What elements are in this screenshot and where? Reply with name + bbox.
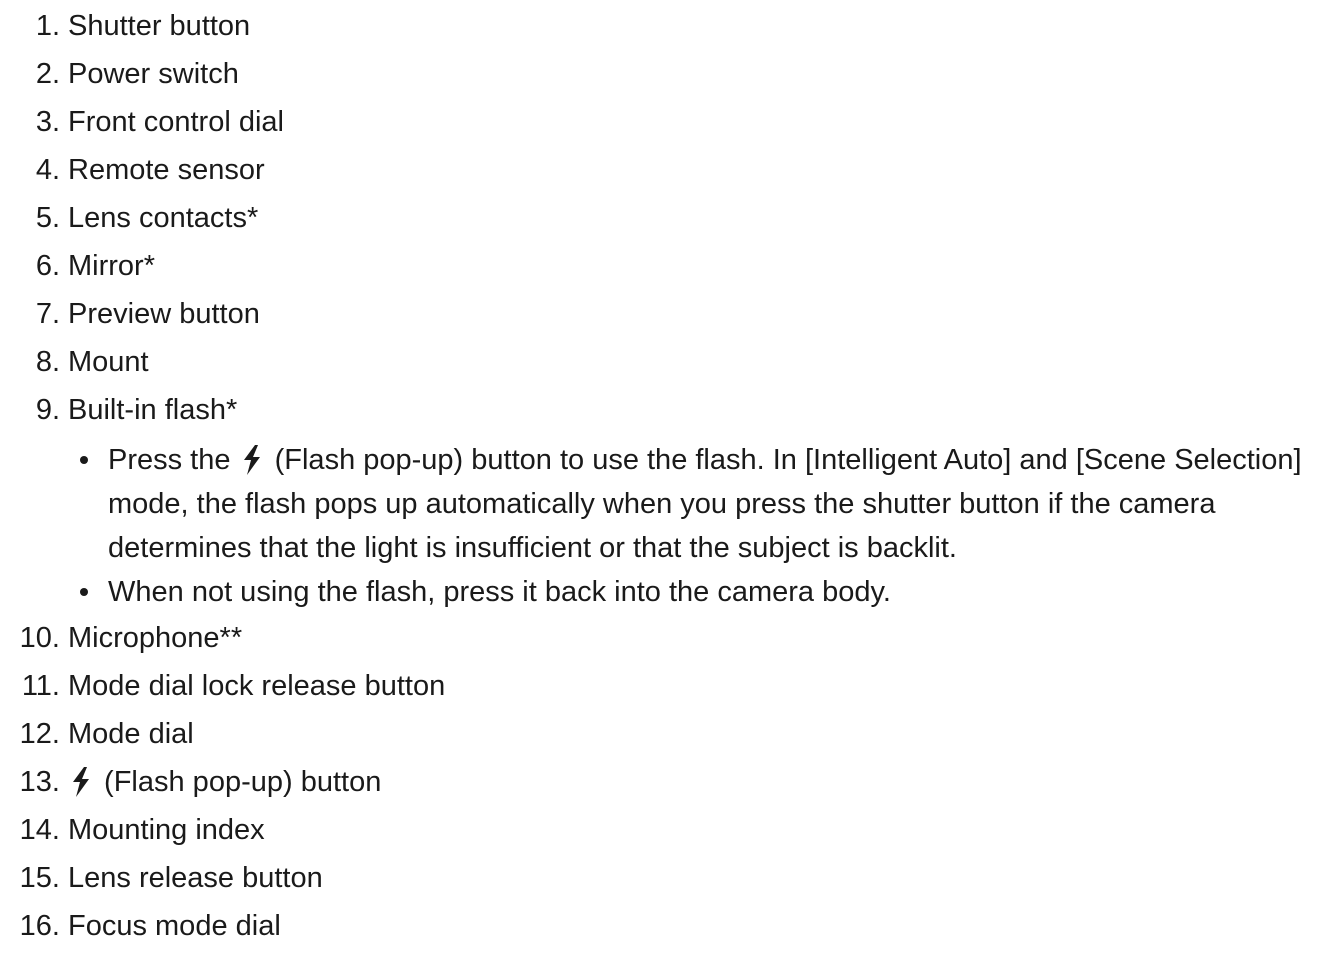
note-text: When not using the flash, press it back …: [108, 576, 891, 608]
list-item: 14. Mounting index: [0, 806, 1329, 854]
flash-note: Press the (Flash pop-up) button to use t…: [68, 438, 1328, 570]
item-number: 3.: [35, 106, 60, 138]
item-number: 14.: [19, 814, 60, 846]
list-item-flash-button: 13. (Flash pop-up) button: [0, 758, 1329, 806]
parts-list: 1. Shutter button 2. Power switch 3. Fro…: [0, 2, 1329, 950]
list-item: 5. Lens contacts*: [0, 194, 1329, 242]
item-label: Mode dial: [68, 718, 194, 750]
item-label: Mount: [68, 346, 149, 378]
list-item: 15. Lens release button: [0, 854, 1329, 902]
list-item: 6. Mirror*: [0, 242, 1329, 290]
list-item-built-in-flash: 9. Built-in flash* Press the (Flash pop-…: [0, 386, 1329, 614]
item-label: Microphone**: [68, 622, 243, 654]
item-label: Shutter button: [68, 10, 251, 42]
item-number: 7.: [35, 298, 60, 330]
item-number: 4.: [35, 154, 60, 186]
item-number: 9.: [35, 394, 60, 426]
flash-icon: [70, 767, 92, 797]
item-label: Focus mode dial: [68, 910, 281, 942]
item-label: Lens contacts*: [68, 202, 259, 234]
list-item: 7. Preview button: [0, 290, 1329, 338]
list-item: 11. Mode dial lock release button: [0, 662, 1329, 710]
item-number: 6.: [35, 250, 60, 282]
parts-list-page: 1. Shutter button 2. Power switch 3. Fro…: [0, 0, 1329, 967]
list-item: 2. Power switch: [0, 50, 1329, 98]
item-label: Built-in flash*: [68, 394, 238, 426]
item-number: 11.: [21, 670, 60, 702]
item-label: Mode dial lock release button: [68, 670, 446, 702]
list-item: 3. Front control dial: [0, 98, 1329, 146]
item-label: Remote sensor: [68, 154, 265, 186]
item-number: 1.: [35, 10, 60, 42]
list-item: 16. Focus mode dial: [0, 902, 1329, 950]
item-number: 12.: [19, 718, 60, 750]
item-number: 15.: [19, 862, 60, 894]
item-label: Preview button: [68, 298, 260, 330]
list-item: 12. Mode dial: [0, 710, 1329, 758]
item-label: Front control dial: [68, 106, 284, 138]
item-label: Lens release button: [68, 862, 323, 894]
item-label: Power switch: [68, 58, 239, 90]
item-number: 5.: [35, 202, 60, 234]
bullet-icon: [80, 456, 88, 464]
item-number: 16.: [19, 910, 60, 942]
flash-notes-list: Press the (Flash pop-up) button to use t…: [68, 438, 1329, 614]
list-item: 10. Microphone**: [0, 614, 1329, 662]
list-item: 8. Mount: [0, 338, 1329, 386]
list-item: 1. Shutter button: [0, 2, 1329, 50]
item-number: 2.: [35, 58, 60, 90]
item-label: (Flash pop-up) button: [96, 766, 382, 798]
note-text-start: Press the: [108, 444, 239, 476]
item-label: Mirror*: [68, 250, 155, 282]
item-number: 10.: [19, 622, 60, 654]
flash-note: When not using the flash, press it back …: [68, 570, 1328, 614]
item-number: 8.: [35, 346, 60, 378]
bullet-icon: [80, 588, 88, 596]
item-number: 13.: [19, 766, 60, 798]
note-text-end: (Flash pop-up) button to use the flash. …: [108, 444, 1302, 564]
list-item: 4. Remote sensor: [0, 146, 1329, 194]
item-label: Mounting index: [68, 814, 265, 846]
flash-icon: [241, 445, 263, 475]
